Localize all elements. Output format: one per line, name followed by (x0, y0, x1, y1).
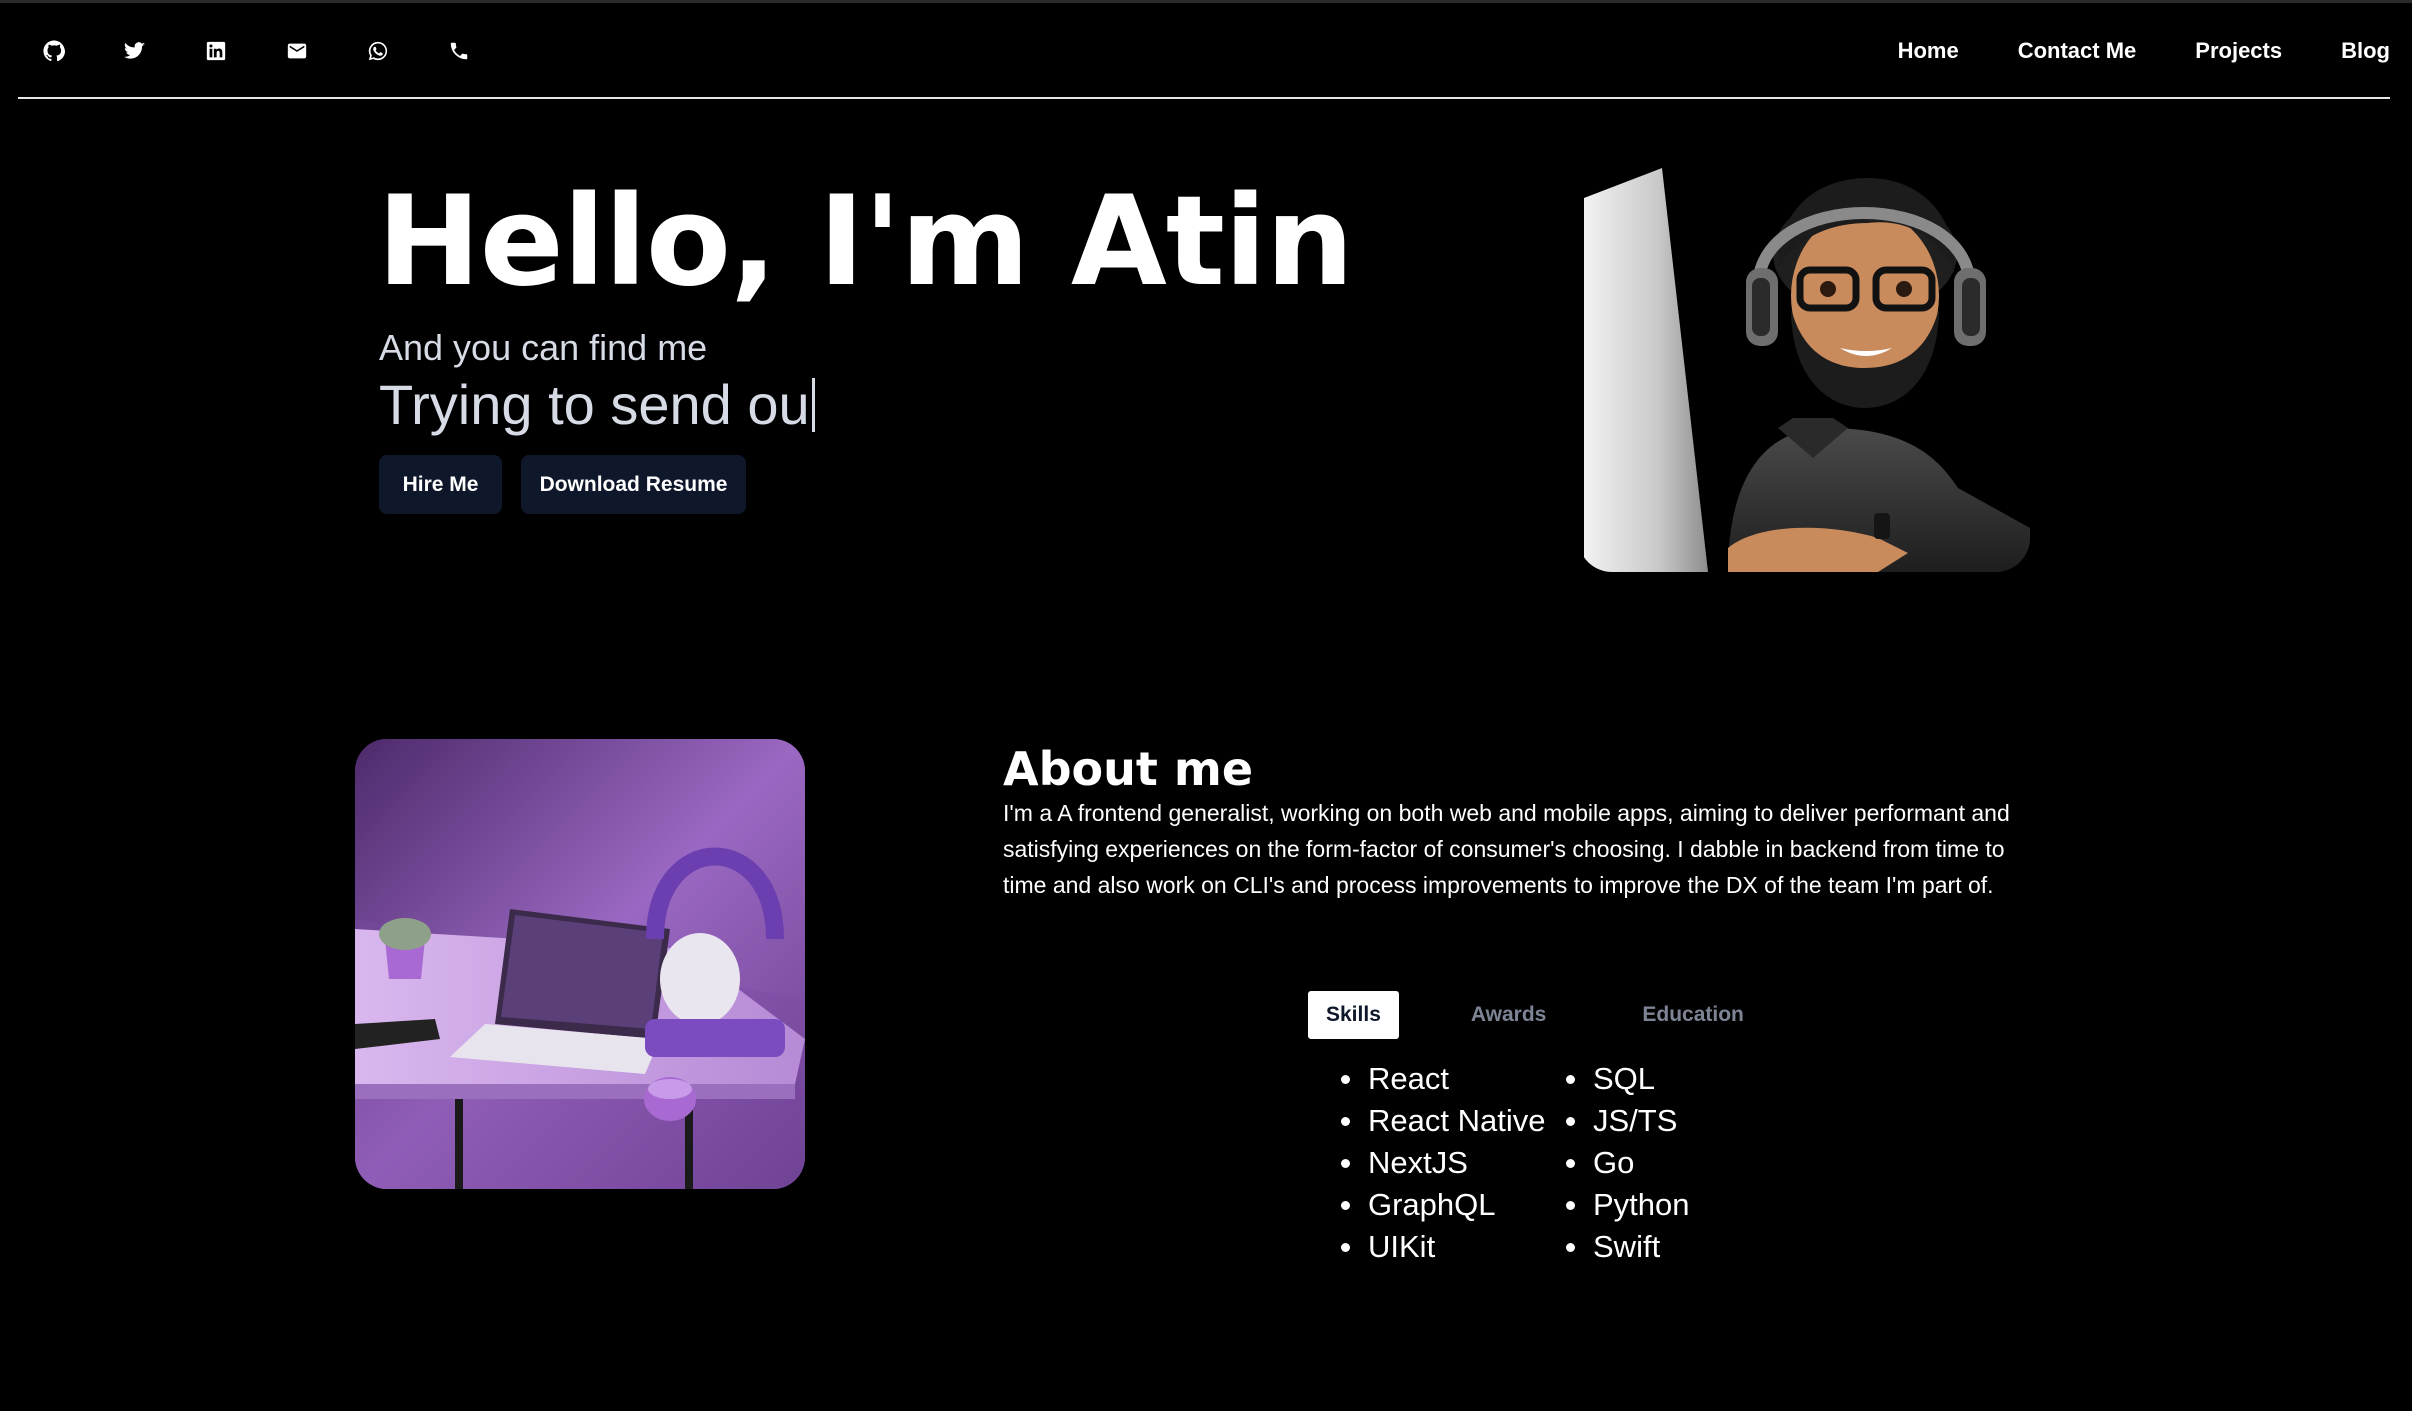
tab-awards[interactable]: Awards (1453, 991, 1564, 1039)
navbar: Home Contact Me Projects Blog (18, 3, 2390, 99)
list-item: React Native (1341, 1100, 1545, 1142)
nav-blog-link[interactable]: Blog (2341, 38, 2390, 64)
hire-me-button[interactable]: Hire Me (379, 455, 502, 514)
phone-icon[interactable] (442, 34, 476, 68)
list-item: Swift (1566, 1226, 1690, 1268)
mail-icon[interactable] (280, 34, 314, 68)
github-icon[interactable] (37, 34, 71, 68)
skills-list-left: React React Native NextJS GraphQL UIKit (1341, 1058, 1545, 1268)
list-item: NextJS (1341, 1142, 1545, 1184)
about-title: About me (1003, 742, 1254, 796)
list-item: GraphQL (1341, 1184, 1545, 1226)
list-item: JS/TS (1566, 1100, 1690, 1142)
list-item: Python (1566, 1184, 1690, 1226)
nav-contact-link[interactable]: Contact Me (2018, 38, 2137, 64)
linkedin-icon[interactable] (199, 34, 233, 68)
nav-home-link[interactable]: Home (1898, 38, 1959, 64)
twitter-icon[interactable] (118, 34, 152, 68)
avatar-illustration (1584, 168, 2030, 572)
about-tabs: Skills Awards Education (1308, 991, 1762, 1039)
social-links (18, 3, 504, 99)
about-description: I'm a A frontend generalist, working on … (1003, 800, 2010, 898)
hero-subtitle: And you can find me (379, 327, 708, 368)
tab-skills[interactable]: Skills (1308, 991, 1399, 1039)
hero-title: Hello, I'm Atin (377, 170, 1354, 314)
skills-list-right: SQL JS/TS Go Python Swift (1566, 1058, 1690, 1268)
list-item: UIKit (1341, 1226, 1545, 1268)
list-item: Go (1566, 1142, 1690, 1184)
typing-caret (811, 378, 815, 432)
list-item: SQL (1566, 1058, 1690, 1100)
nav-projects-link[interactable]: Projects (2195, 38, 2282, 64)
download-resume-button[interactable]: Download Resume (521, 455, 746, 514)
whatsapp-icon[interactable] (361, 34, 395, 68)
list-item: React (1341, 1058, 1545, 1100)
typed-text: Trying to send ou (379, 373, 810, 436)
nav-links: Home Contact Me Projects Blog (1839, 3, 2390, 99)
workspace-illustration (355, 739, 805, 1189)
hero-typed-line: Trying to send ou (379, 372, 815, 437)
tab-education[interactable]: Education (1624, 991, 1762, 1039)
